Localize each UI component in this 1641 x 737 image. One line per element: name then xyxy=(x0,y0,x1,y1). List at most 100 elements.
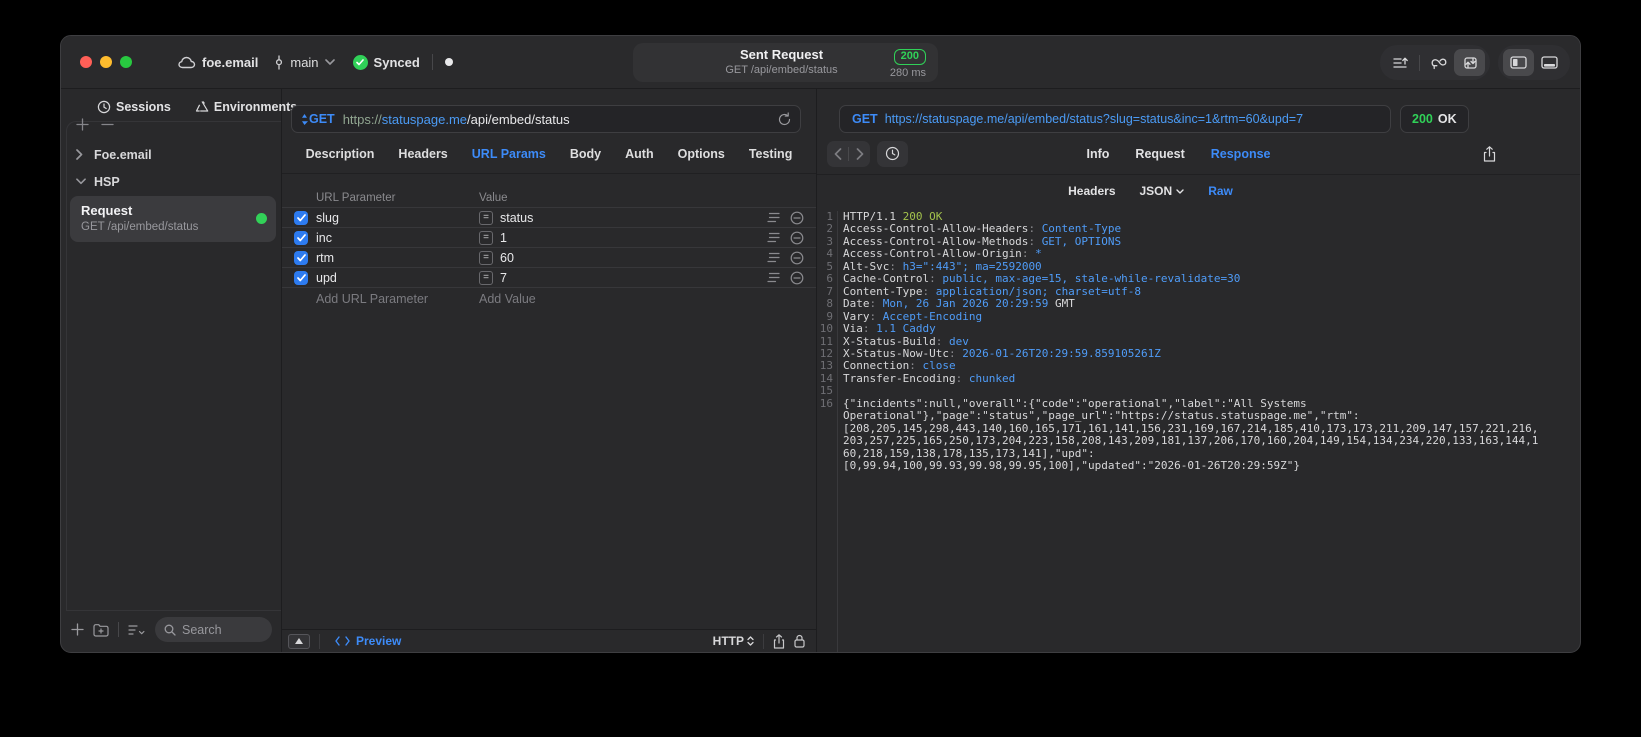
equals-operator-icon: = xyxy=(479,250,493,265)
param-name-field[interactable]: rtm xyxy=(316,251,479,265)
toggle-sidebar-button[interactable] xyxy=(1503,49,1534,76)
resend-request-button[interactable] xyxy=(778,112,791,126)
toggle-bottom-panel-button[interactable] xyxy=(1534,49,1565,76)
preview-button[interactable]: Preview xyxy=(335,634,401,648)
line-number xyxy=(817,448,833,460)
add-param-name-placeholder[interactable]: Add URL Parameter xyxy=(316,292,479,306)
loop-tool-button[interactable] xyxy=(1423,49,1454,76)
method-selector[interactable]: GET xyxy=(301,112,335,126)
remove-param-icon[interactable] xyxy=(790,271,804,285)
updown-arrows-icon xyxy=(302,113,308,125)
request-tab-options[interactable]: Options xyxy=(678,147,725,161)
response-subtab-headers[interactable]: Headers xyxy=(1068,184,1115,198)
window-controls xyxy=(80,56,132,68)
response-tab-response[interactable]: Response xyxy=(1211,147,1271,161)
sync-status[interactable]: Synced xyxy=(352,54,420,70)
remove-param-icon[interactable] xyxy=(790,251,804,265)
param-checkbox[interactable] xyxy=(294,270,308,285)
minimize-window-button[interactable] xyxy=(100,56,112,68)
param-value-cell: = status xyxy=(479,210,804,225)
forward-button[interactable] xyxy=(849,141,870,167)
close-window-button[interactable] xyxy=(80,56,92,68)
protocol-selector[interactable]: HTTP xyxy=(713,634,754,648)
request-list-item-selected[interactable]: Request GET /api/embed/status xyxy=(70,196,276,243)
add-param-row[interactable]: Add URL Parameter Add Value xyxy=(282,287,816,309)
footer-separator xyxy=(319,633,320,649)
row-format-menu-icon[interactable] xyxy=(767,212,780,223)
synced-check-icon xyxy=(352,54,368,70)
sort-filter-menu-button[interactable] xyxy=(128,624,146,636)
tree-item-foe-email[interactable]: Foe.email xyxy=(76,141,275,168)
line-number: 15 xyxy=(819,384,833,398)
chevron-down-icon xyxy=(1176,188,1184,194)
add-request-button[interactable] xyxy=(71,623,84,636)
response-subtab-json[interactable]: JSON xyxy=(1140,184,1185,198)
remove-session-button[interactable] xyxy=(101,118,114,131)
request-tab-url-params[interactable]: URL Params xyxy=(472,147,546,161)
param-checkbox[interactable] xyxy=(294,230,308,245)
response-tab-info[interactable]: Info xyxy=(1087,147,1110,161)
add-param-value-placeholder[interactable]: Add Value xyxy=(479,292,804,306)
request-tab-testing[interactable]: Testing xyxy=(749,147,793,161)
request-list-export-button[interactable] xyxy=(1385,49,1416,76)
param-row: rtm = 60 xyxy=(282,247,816,267)
param-name-field[interactable]: inc xyxy=(316,231,479,245)
search-placeholder: Search xyxy=(182,622,222,637)
request-editor-panel: GET https://statuspage.me/api/embed/stat… xyxy=(282,89,817,652)
tree-item-hsp[interactable]: HSP xyxy=(76,168,275,195)
line-number-gutter: 1 2 3 4 5 6 7 8 9 10 11 12 13 14 15 16 xyxy=(817,211,838,652)
request-tab-auth[interactable]: Auth xyxy=(625,147,653,161)
status-code: 200 xyxy=(1412,112,1433,126)
branch-name: main xyxy=(290,54,319,70)
remove-param-icon[interactable] xyxy=(790,211,804,225)
request-url-text[interactable]: https://statuspage.me/api/embed/status xyxy=(343,112,778,127)
add-session-button[interactable] xyxy=(76,118,89,131)
group-separator xyxy=(1419,54,1420,71)
environments-icon xyxy=(195,100,209,114)
triangle-up-icon xyxy=(295,638,303,644)
response-body[interactable]: 1 2 3 4 5 6 7 8 9 10 11 12 13 14 15 16 HTTP/1.1 200 OK A… xyxy=(817,211,1580,652)
response-subtab-raw[interactable]: Raw xyxy=(1208,184,1233,198)
share-request-button[interactable] xyxy=(773,633,785,649)
sent-request-summary[interactable]: Sent Request GET /api/embed/status 200 2… xyxy=(633,43,938,82)
row-format-menu-icon[interactable] xyxy=(767,272,780,283)
lock-button[interactable] xyxy=(794,634,805,648)
param-value-field[interactable]: 7 xyxy=(500,271,757,285)
remove-param-icon[interactable] xyxy=(790,231,804,245)
param-checkbox[interactable] xyxy=(294,210,308,225)
param-value-field[interactable]: 60 xyxy=(500,251,757,265)
param-checkbox[interactable] xyxy=(294,250,308,265)
response-line: Vary: Accept-Encoding xyxy=(843,309,983,323)
expand-panel-button[interactable] xyxy=(288,633,310,649)
param-checkbox-cell xyxy=(282,270,316,285)
response-url-box[interactable]: GET https://statuspage.me/api/embed/stat… xyxy=(839,105,1391,133)
response-tabs: Info Request Response xyxy=(1087,147,1271,161)
param-name-field[interactable]: upd xyxy=(316,271,479,285)
history-button[interactable] xyxy=(877,140,908,167)
request-item-title: Request xyxy=(81,203,133,218)
search-input[interactable]: Search xyxy=(155,617,272,642)
zoom-window-button[interactable] xyxy=(120,56,132,68)
row-format-menu-icon[interactable] xyxy=(767,252,780,263)
param-name-field[interactable]: slug xyxy=(316,211,479,225)
param-value-field[interactable]: 1 xyxy=(500,231,757,245)
row-format-menu-icon[interactable] xyxy=(767,232,780,243)
request-tab-description[interactable]: Description xyxy=(306,147,375,161)
share-icon xyxy=(1483,145,1496,162)
back-button[interactable] xyxy=(827,141,848,167)
sidebar-tab-sessions[interactable]: Sessions xyxy=(97,100,171,114)
request-url-bar[interactable]: GET https://statuspage.me/api/embed/stat… xyxy=(291,105,801,133)
request-tab-headers[interactable]: Headers xyxy=(398,147,447,161)
request-success-dot xyxy=(256,213,267,225)
new-folder-button[interactable] xyxy=(93,623,109,637)
param-value-field[interactable]: status xyxy=(500,211,757,225)
request-tab-body[interactable]: Body xyxy=(570,147,601,161)
export-response-button[interactable] xyxy=(1483,145,1496,162)
project-menu[interactable]: foe.email xyxy=(178,55,258,70)
param-value-cell: = 1 xyxy=(479,230,804,245)
branch-selector[interactable]: main xyxy=(274,54,335,70)
clock-history-icon xyxy=(97,100,111,114)
transfer-panel-button[interactable] xyxy=(1454,49,1485,76)
lock-icon xyxy=(794,634,805,648)
response-tab-request[interactable]: Request xyxy=(1135,147,1184,161)
